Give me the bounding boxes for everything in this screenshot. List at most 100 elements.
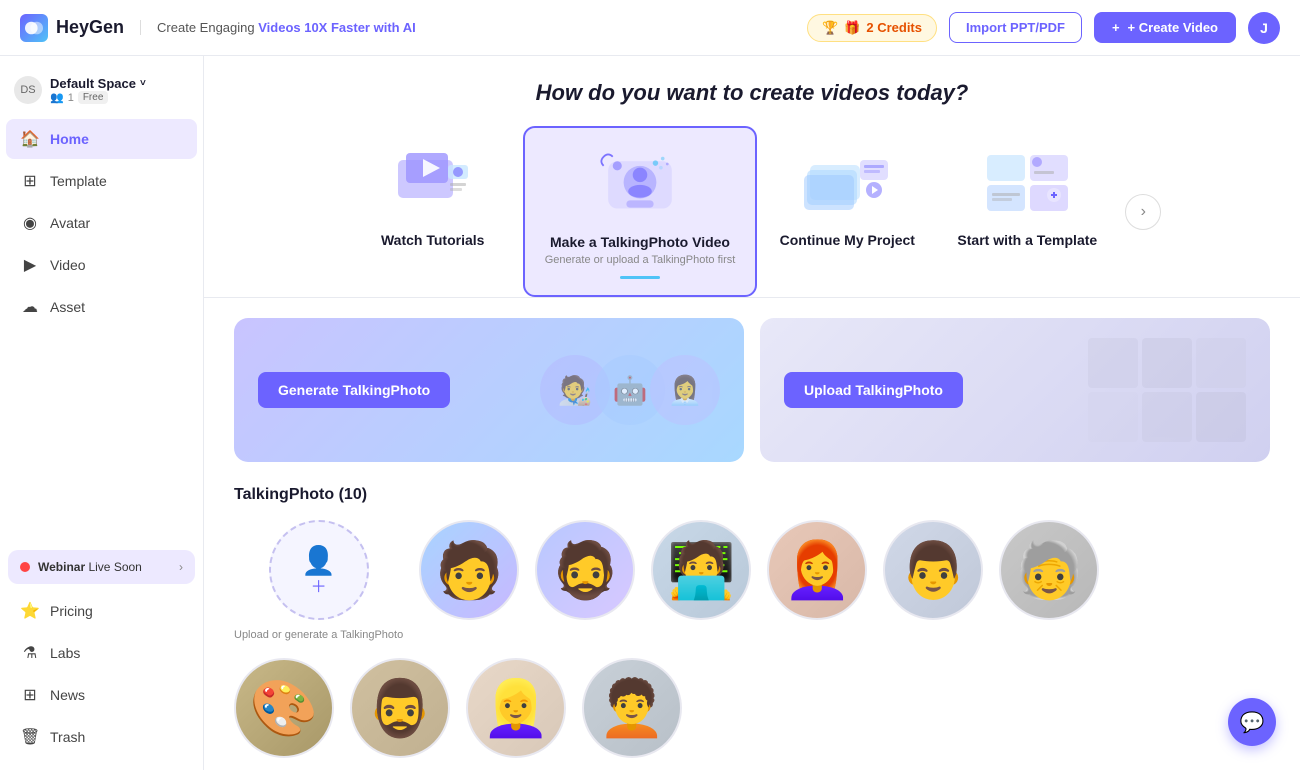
avatar-circle-4: 👩‍🦰	[767, 520, 867, 620]
import-button[interactable]: Import PPT/PDF	[949, 12, 1082, 43]
photo-item-4[interactable]: 👩‍🦰	[767, 520, 867, 642]
talkingphoto-label: Make a TalkingPhoto Video	[550, 234, 730, 250]
photo-grid-row2: 🎨 🧔‍♂️ 👱‍♀️	[234, 658, 1270, 758]
avatar-emoji-10: 🧑‍🦱	[598, 676, 666, 741]
video-icon: ▶	[20, 255, 40, 275]
card-continue-project[interactable]: Continue My Project	[757, 126, 937, 264]
tutorial-illustration	[383, 142, 483, 222]
sidebar-item-news[interactable]: ⊞ News	[6, 675, 197, 715]
generate-bg-faces: 🧑‍🎨 🤖 👩‍💼	[540, 355, 720, 425]
live-dot	[20, 562, 30, 572]
chat-icon: 💬	[1240, 710, 1265, 735]
photo-add-new[interactable]: 👤 ＋ Upload or generate a TalkingPhoto	[234, 520, 403, 642]
avatar-emoji-6: 🧓	[1015, 538, 1083, 603]
avatar-circle-3: 🧑‍💻	[651, 520, 751, 620]
workspace-name: Default Space ˅	[50, 76, 189, 91]
asset-label: Asset	[50, 299, 85, 315]
upload-talkingphoto-button[interactable]: Upload TalkingPhoto	[784, 372, 963, 408]
add-new-circle[interactable]: 👤 ＋	[269, 520, 369, 620]
upload-bg-grid	[1088, 338, 1246, 442]
create-label: + Create Video	[1128, 20, 1218, 35]
news-icon: ⊞	[20, 685, 40, 705]
tagline-bold: Videos 10X Faster with AI	[258, 20, 416, 35]
logo-icon	[20, 14, 48, 42]
labs-icon: ⚗	[20, 643, 40, 663]
card-watch-tutorials[interactable]: Watch Tutorials	[343, 126, 523, 264]
pricing-icon: ⭐	[20, 601, 40, 621]
talkingphoto-sub: Generate or upload a TalkingPhoto first	[545, 254, 736, 266]
asset-icon: ☁	[20, 297, 40, 317]
card-start-template[interactable]: Start with a Template	[937, 126, 1117, 264]
add-icon: ＋	[311, 573, 327, 597]
continue-illustration	[797, 142, 897, 222]
photo-grid-row1: 👤 ＋ Upload or generate a TalkingPhoto 🧑 …	[234, 520, 1270, 642]
sidebar-item-labs[interactable]: ⚗ Labs	[6, 633, 197, 673]
card-talking-photo[interactable]: Make a TalkingPhoto Video Generate or up…	[523, 126, 758, 297]
plan-badge: Free	[78, 91, 109, 104]
plus-icon: +	[1112, 20, 1120, 35]
gift-icon: 🎁	[844, 20, 860, 36]
webinar-banner[interactable]: Webinar Live Soon ›	[8, 550, 195, 584]
sidebar-item-video[interactable]: ▶ Video	[6, 245, 197, 285]
template-icon: ⊞	[20, 171, 40, 191]
avatar-circle-9: 👱‍♀️	[466, 658, 566, 758]
cards-next-arrow[interactable]: ›	[1125, 194, 1161, 230]
photo-item-1[interactable]: 🧑	[419, 520, 519, 642]
trophy-icon: 🏆	[822, 20, 838, 36]
create-video-button[interactable]: + + Create Video	[1094, 12, 1236, 43]
generate-talkingphoto-card[interactable]: Generate TalkingPhoto 🧑‍🎨 🤖 👩‍💼	[234, 318, 744, 462]
template-illustration	[977, 142, 1077, 222]
workspace-selector[interactable]: DS Default Space ˅ 👥 1 Free	[0, 68, 203, 118]
avatar-emoji-8: 🧔‍♂️	[366, 676, 434, 741]
sidebar-item-home[interactable]: 🏠 Home	[6, 119, 197, 159]
photo-item-10[interactable]: 🧑‍🦱	[582, 658, 682, 758]
home-label: Home	[50, 131, 89, 147]
photo-item-2[interactable]: 🧔	[535, 520, 635, 642]
trash-icon: 🗑	[20, 727, 40, 747]
main-content: How do you want to create videos today?	[204, 56, 1300, 770]
avatar-emoji-3: 🧑‍💻	[667, 538, 735, 603]
avatar-label: Avatar	[50, 215, 90, 231]
credits-badge[interactable]: 🏆 🎁 2 Credits	[807, 14, 937, 42]
upload-talkingphoto-card[interactable]: Upload TalkingPhoto	[760, 318, 1270, 462]
avatar-emoji-5: 👨	[899, 538, 967, 603]
webinar-text: Webinar Live Soon	[38, 560, 171, 574]
photo-item-3[interactable]: 🧑‍💻	[651, 520, 751, 642]
template-label: Template	[50, 173, 107, 189]
home-icon: 🏠	[20, 129, 40, 149]
sidebar-item-trash[interactable]: 🗑 Trash	[6, 717, 197, 757]
chat-button[interactable]: 💬	[1228, 698, 1276, 746]
avatar-emoji-1: 🧑	[435, 538, 503, 603]
tagline-text: Create Engaging	[157, 20, 258, 35]
talkingphoto-section: Generate TalkingPhoto 🧑‍🎨 🤖 👩‍💼 Upload T…	[204, 298, 1300, 770]
photo-item-9[interactable]: 👱‍♀️	[466, 658, 566, 758]
avatar-circle-5: 👨	[883, 520, 983, 620]
pricing-label: Pricing	[50, 603, 93, 619]
gen-face-3: 👩‍💼	[650, 355, 720, 425]
logo[interactable]: HeyGen	[20, 14, 124, 42]
sidebar-item-avatar[interactable]: ◉ Avatar	[6, 203, 197, 243]
tagline: Create Engaging Videos 10X Faster with A…	[140, 20, 416, 35]
add-label: Upload or generate a TalkingPhoto	[234, 628, 403, 642]
active-underline	[620, 276, 660, 279]
avatar-emoji-9: 👱‍♀️	[482, 676, 550, 741]
action-cards-row: Generate TalkingPhoto 🧑‍🎨 🤖 👩‍💼 Upload T…	[234, 318, 1270, 462]
workspace-sub: 👥 1 Free	[50, 91, 189, 104]
sidebar-item-pricing[interactable]: ⭐ Pricing	[6, 591, 197, 631]
layout: DS Default Space ˅ 👥 1 Free 🏠 Home ⊞ Tem…	[0, 56, 1300, 770]
user-avatar[interactable]: J	[1248, 12, 1280, 44]
photo-item-6[interactable]: 🧓	[999, 520, 1099, 642]
avatar-emoji-4: 👩‍🦰	[783, 538, 851, 603]
photo-item-8[interactable]: 🧔‍♂️	[350, 658, 450, 758]
tutorial-label: Watch Tutorials	[381, 232, 484, 248]
continue-label: Continue My Project	[780, 232, 915, 248]
photo-item-5[interactable]: 👨	[883, 520, 983, 642]
creation-mode-cards: Watch Tutorials	[244, 126, 1260, 297]
avatar-circle-8: 🧔‍♂️	[350, 658, 450, 758]
talkingphoto-illustration	[590, 144, 690, 224]
sidebar-item-asset[interactable]: ☁ Asset	[6, 287, 197, 327]
generate-talkingphoto-button[interactable]: Generate TalkingPhoto	[258, 372, 450, 408]
photo-item-7[interactable]: 🎨	[234, 658, 334, 758]
sidebar-item-template[interactable]: ⊞ Template	[6, 161, 197, 201]
workspace-info: Default Space ˅ 👥 1 Free	[50, 76, 189, 104]
